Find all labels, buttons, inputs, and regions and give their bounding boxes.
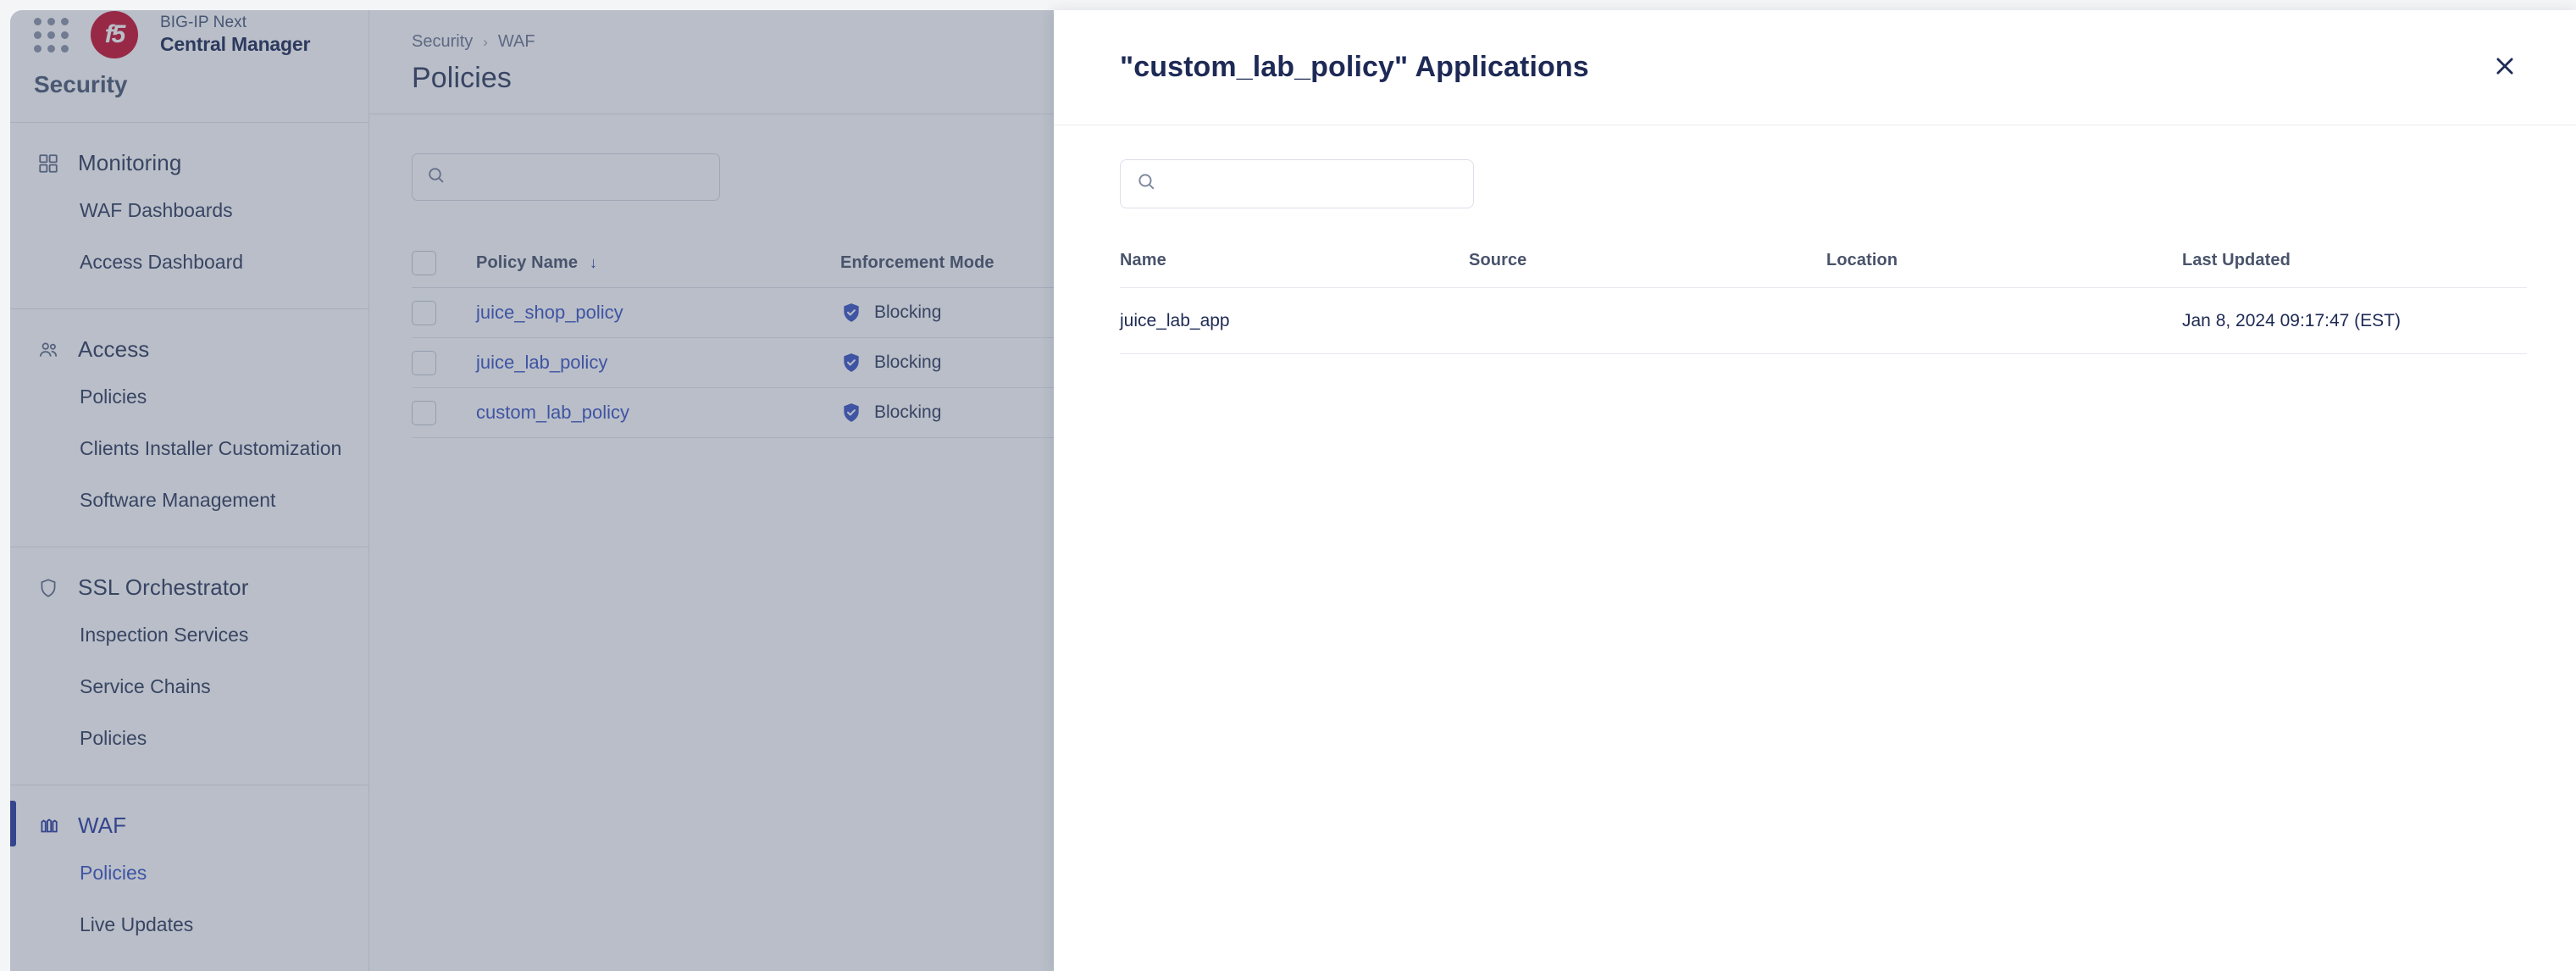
modal-backdrop[interactable] [10, 10, 1054, 971]
cell-name: juice_lab_app [1120, 310, 1230, 330]
drawer-header: "custom_lab_policy" Applications [1054, 10, 2576, 125]
column-header-location[interactable]: Location [1826, 251, 2182, 270]
cell-last-updated: Jan 8, 2024 09:17:47 (EST) [2182, 310, 2401, 330]
applications-drawer: "custom_lab_policy" Applications Name So… [1054, 10, 2576, 971]
drawer-body: Name Source Location Last Updated juice_… [1054, 125, 2576, 354]
table-row[interactable]: juice_lab_app Jan 8, 2024 09:17:47 (EST) [1120, 288, 2527, 354]
search-icon [1136, 171, 1157, 197]
column-header-last-updated[interactable]: Last Updated [2182, 251, 2527, 270]
drawer-title: "custom_lab_policy" Applications [1120, 51, 1589, 83]
applications-search-box[interactable] [1120, 159, 1474, 208]
applications-table-header: Name Source Location Last Updated [1120, 251, 2527, 288]
column-header-source[interactable]: Source [1469, 251, 1826, 270]
close-button[interactable] [2483, 46, 2527, 90]
applications-search-input[interactable] [1167, 173, 1458, 195]
applications-table: Name Source Location Last Updated juice_… [1120, 251, 2527, 354]
column-header-name[interactable]: Name [1120, 251, 1469, 270]
close-icon [2492, 53, 2518, 81]
